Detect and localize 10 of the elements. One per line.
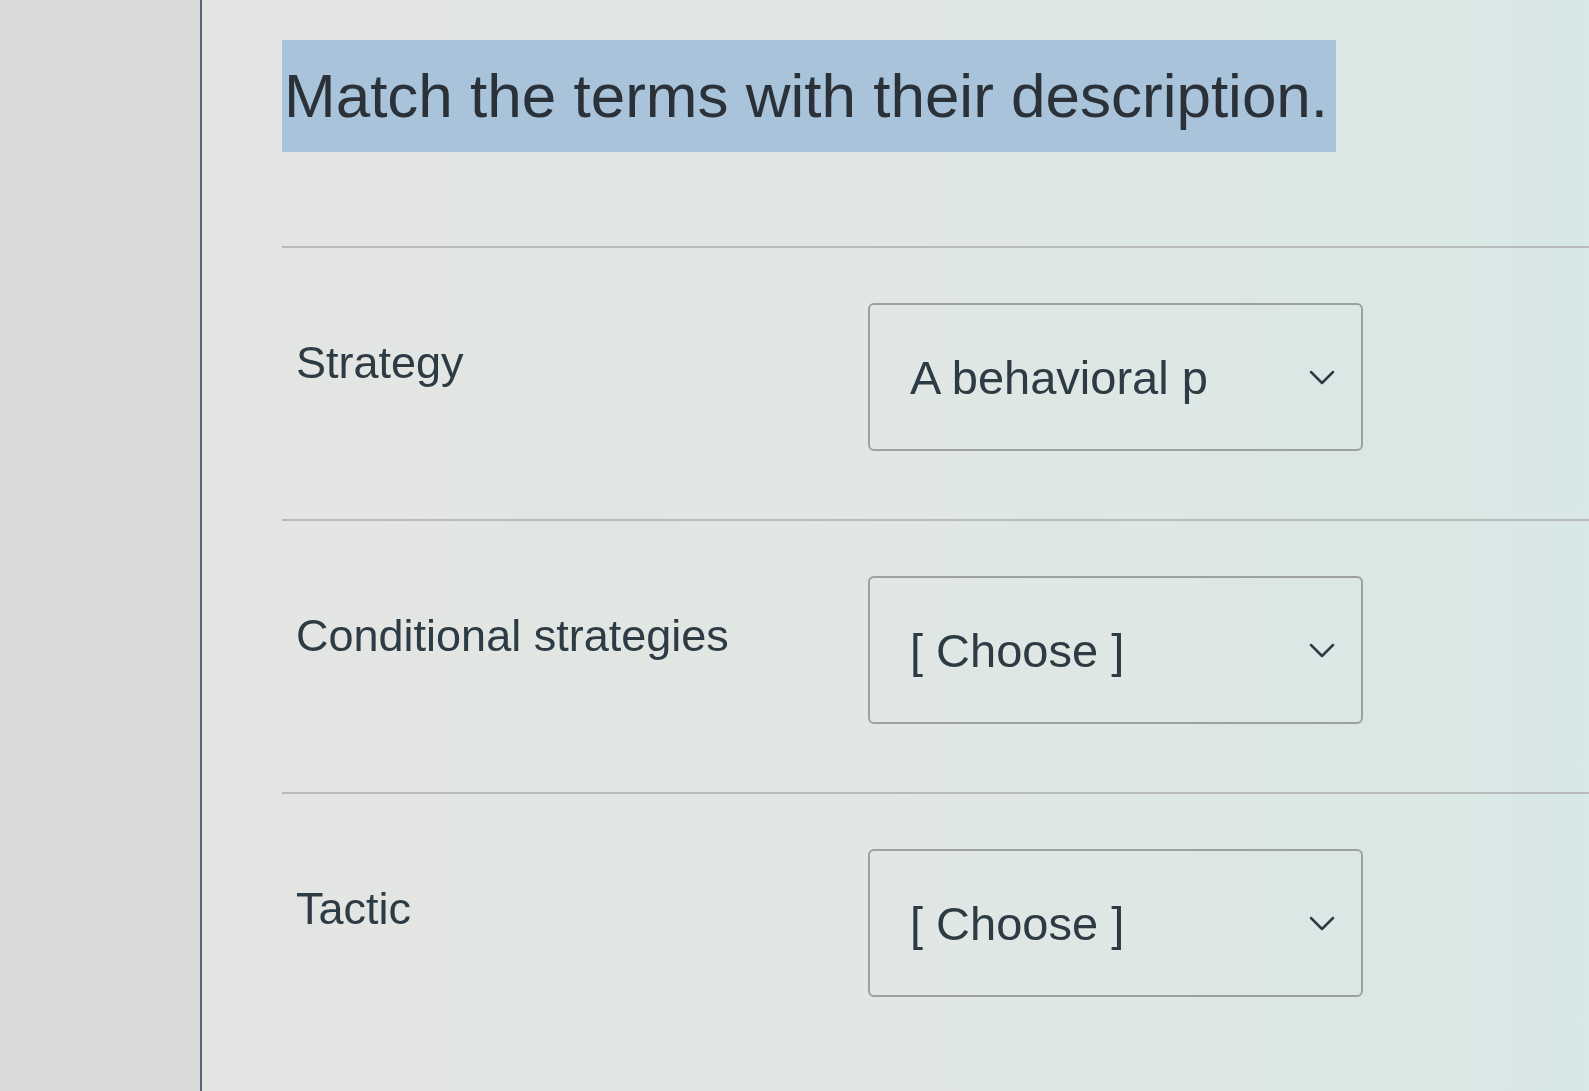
term-label: Strategy <box>296 337 464 389</box>
answer-dropdown[interactable]: A behavioral p <box>868 303 1363 451</box>
term-label: Conditional strategies <box>296 610 729 662</box>
answer-dropdown[interactable]: [ Choose ] <box>868 849 1363 997</box>
question-prompt: Match the terms with their description. <box>282 40 1337 152</box>
chevron-down-icon <box>1309 915 1335 931</box>
term-label: Tactic <box>296 883 412 935</box>
chevron-down-icon <box>1309 642 1335 658</box>
chevron-down-icon <box>1309 369 1335 385</box>
answer-dropdown[interactable]: [ Choose ] <box>868 576 1363 724</box>
